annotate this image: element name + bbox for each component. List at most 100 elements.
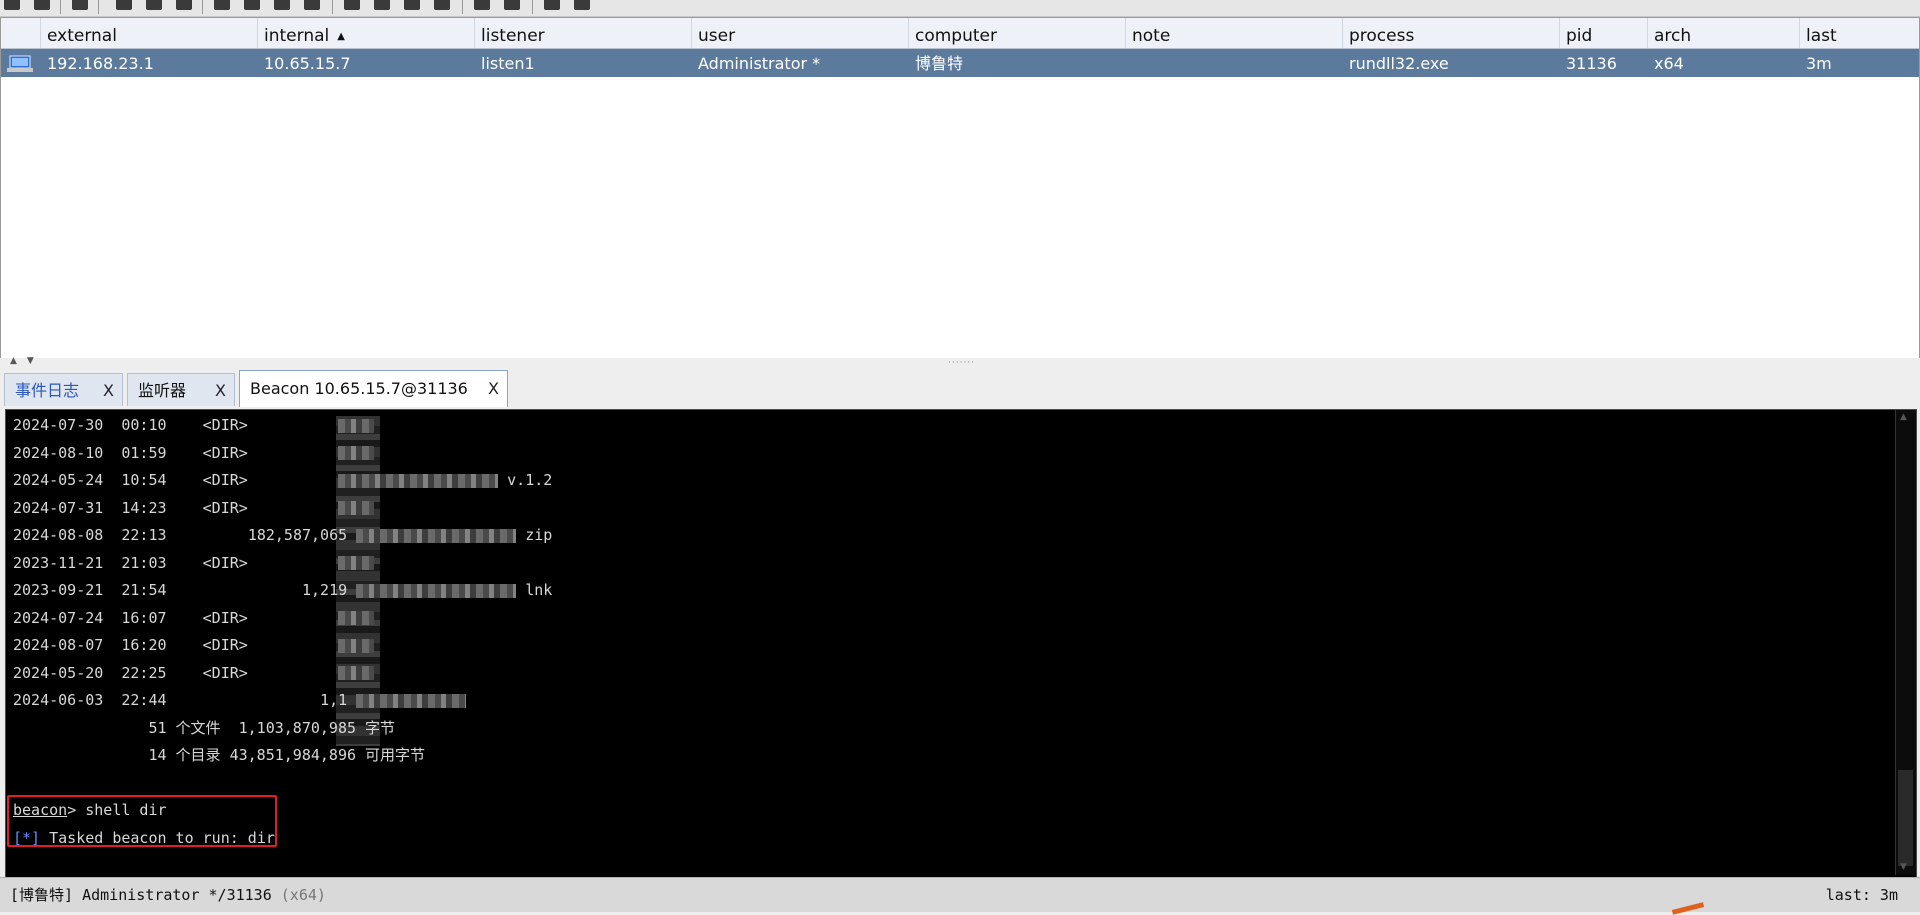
tab-beacon[interactable]: Beacon 10.65.15.7@31136 X [239, 370, 508, 407]
header-user[interactable]: user [692, 18, 909, 48]
header-listener[interactable]: listener [475, 18, 692, 48]
console-output: 2024-07-30 00:10 <DIR> 2024-08-10 01:59 … [13, 412, 1893, 852]
header-pid[interactable]: pid [1560, 18, 1648, 48]
cell-user: Administrator * [698, 54, 821, 73]
cell-process: rundll32.exe [1349, 54, 1449, 73]
status-user-pid: Administrator */31136 [73, 886, 281, 904]
scroll-down-icon[interactable]: ▼ [1900, 862, 1907, 872]
header-process[interactable]: process [1343, 18, 1560, 48]
cell-computer: 博鲁特 [915, 54, 964, 73]
list-item: 2024-08-08 22:13 182,587,065 zip [13, 522, 1893, 550]
cloud-icon[interactable] [504, 0, 520, 10]
redacted-filename [338, 501, 375, 515]
toolbar-separator [532, 0, 533, 14]
close-icon[interactable]: X [215, 374, 226, 408]
tab-event-log[interactable]: 事件日志 X [4, 373, 123, 406]
drag-handle-icon[interactable]: ······· [948, 358, 975, 368]
list-item: 2024-08-10 01:59 <DIR> [13, 440, 1893, 468]
entry-suffix: v.1.2 [507, 471, 553, 489]
close-icon[interactable]: X [103, 374, 114, 408]
computer-icon [7, 55, 33, 72]
command-line: beacon> shell dir [13, 797, 1893, 825]
document-icon[interactable] [404, 0, 420, 10]
status-host: [博鲁特] [10, 886, 74, 904]
header-note[interactable]: note [1126, 18, 1343, 48]
cell-internal: 10.65.15.7 [264, 54, 351, 73]
header-computer[interactable]: computer [909, 18, 1126, 48]
entry-time: 21:54 [121, 581, 167, 599]
remove-icon[interactable] [34, 0, 50, 10]
download-icon[interactable] [244, 0, 260, 10]
redacted-filename [356, 583, 517, 598]
session-list-icon[interactable] [146, 0, 162, 10]
notebook-icon[interactable] [544, 0, 560, 10]
table-row[interactable]: 192.168.23.1 10.65.15.7 listen1 Administ… [1, 49, 1919, 77]
headphones-icon[interactable] [72, 0, 88, 10]
close-icon[interactable]: X [488, 371, 499, 407]
entry-time: 22:13 [121, 526, 167, 544]
list-item: 2024-07-24 16:07 <DIR> [13, 605, 1893, 633]
screenshot-icon[interactable] [304, 0, 320, 10]
session-table: external internal ▲ listener user compute… [0, 17, 1920, 359]
entry-date: 2024-08-10 [13, 443, 104, 462]
header-internal[interactable]: internal ▲ [258, 18, 475, 48]
cell-listener: listen1 [481, 54, 535, 73]
entry-time: 01:59 [121, 443, 167, 462]
gear-icon[interactable] [344, 0, 360, 10]
status-session: [博鲁特] Administrator */31136 (x64) [10, 878, 326, 912]
package-icon[interactable] [574, 0, 590, 10]
cell-external: 192.168.23.1 [47, 54, 154, 73]
redacted-filename [338, 556, 375, 570]
key-icon[interactable] [274, 0, 290, 10]
entry-type: <DIR> [202, 443, 248, 462]
toolbar-separator [98, 0, 99, 14]
header-arch[interactable]: arch [1648, 18, 1800, 48]
tab-label: 事件日志 [15, 381, 80, 400]
toolbar-separator [332, 0, 333, 14]
console-scrollbar[interactable]: ▲ ▼ [1895, 410, 1916, 875]
target-icon[interactable] [176, 0, 192, 10]
toolbar-separator [202, 0, 203, 14]
entry-date: 2024-07-30 [13, 416, 104, 434]
link-icon[interactable] [474, 0, 490, 10]
list-item: 2024-05-24 10:54 <DIR> v.1.2 [13, 467, 1893, 495]
terminal-icon[interactable] [434, 0, 450, 10]
header-icon-column[interactable] [1, 18, 41, 48]
beacon-console[interactable]: 2024-07-30 00:10 <DIR> 2024-08-10 01:59 … [5, 409, 1917, 878]
pivot-graph-icon[interactable] [116, 0, 132, 10]
credentials-icon[interactable] [214, 0, 230, 10]
collapse-arrows-icon[interactable]: ▲▼ [10, 356, 44, 366]
redacted-filename [356, 693, 467, 708]
entry-time: 21:03 [121, 553, 167, 572]
redacted-filename [338, 666, 375, 680]
list-item: 2024-06-03 22:44 1,1 [13, 687, 1893, 715]
tab-bar: 事件日志 X 监听器 X Beacon 10.65.15.7@31136 X [0, 369, 1920, 407]
list-item: 2024-05-20 22:25 <DIR> [13, 660, 1893, 688]
redacted-filename [338, 611, 375, 625]
scroll-up-icon[interactable]: ▲ [1900, 412, 1907, 422]
list-item: 2024-07-31 14:23 <DIR> [13, 495, 1893, 523]
entry-date: 2024-06-03 [13, 691, 104, 709]
coffee-icon[interactable] [374, 0, 390, 10]
task-line: [*] Tasked beacon to run: dir [13, 825, 1893, 853]
tab-listeners[interactable]: 监听器 X [127, 373, 235, 406]
scrollbar-thumb[interactable] [1898, 770, 1913, 866]
list-item: 2024-08-07 16:20 <DIR> [13, 632, 1893, 660]
header-external[interactable]: external [41, 18, 258, 48]
entry-date: 2024-05-20 [13, 663, 104, 682]
summary-files: 51 个文件 1,103,870,985 字节 [13, 715, 1893, 743]
entry-date: 2024-07-24 [13, 608, 104, 627]
entry-size: 1,1 [320, 691, 348, 709]
redacted-filename [338, 473, 499, 488]
entry-type: <DIR> [202, 663, 248, 682]
add-icon[interactable] [4, 0, 20, 10]
entry-time: 14:23 [121, 498, 167, 517]
sort-ascending-icon: ▲ [337, 31, 345, 42]
toolbar-separator [60, 0, 61, 14]
split-pane-divider[interactable]: ▲▼ ······· [0, 356, 1920, 368]
entry-date: 2023-09-21 [13, 581, 104, 599]
header-last[interactable]: last [1800, 18, 1919, 48]
entry-size: 182,587,065 [247, 526, 348, 544]
list-item: 2023-09-21 21:54 1,219 lnk [13, 577, 1893, 605]
